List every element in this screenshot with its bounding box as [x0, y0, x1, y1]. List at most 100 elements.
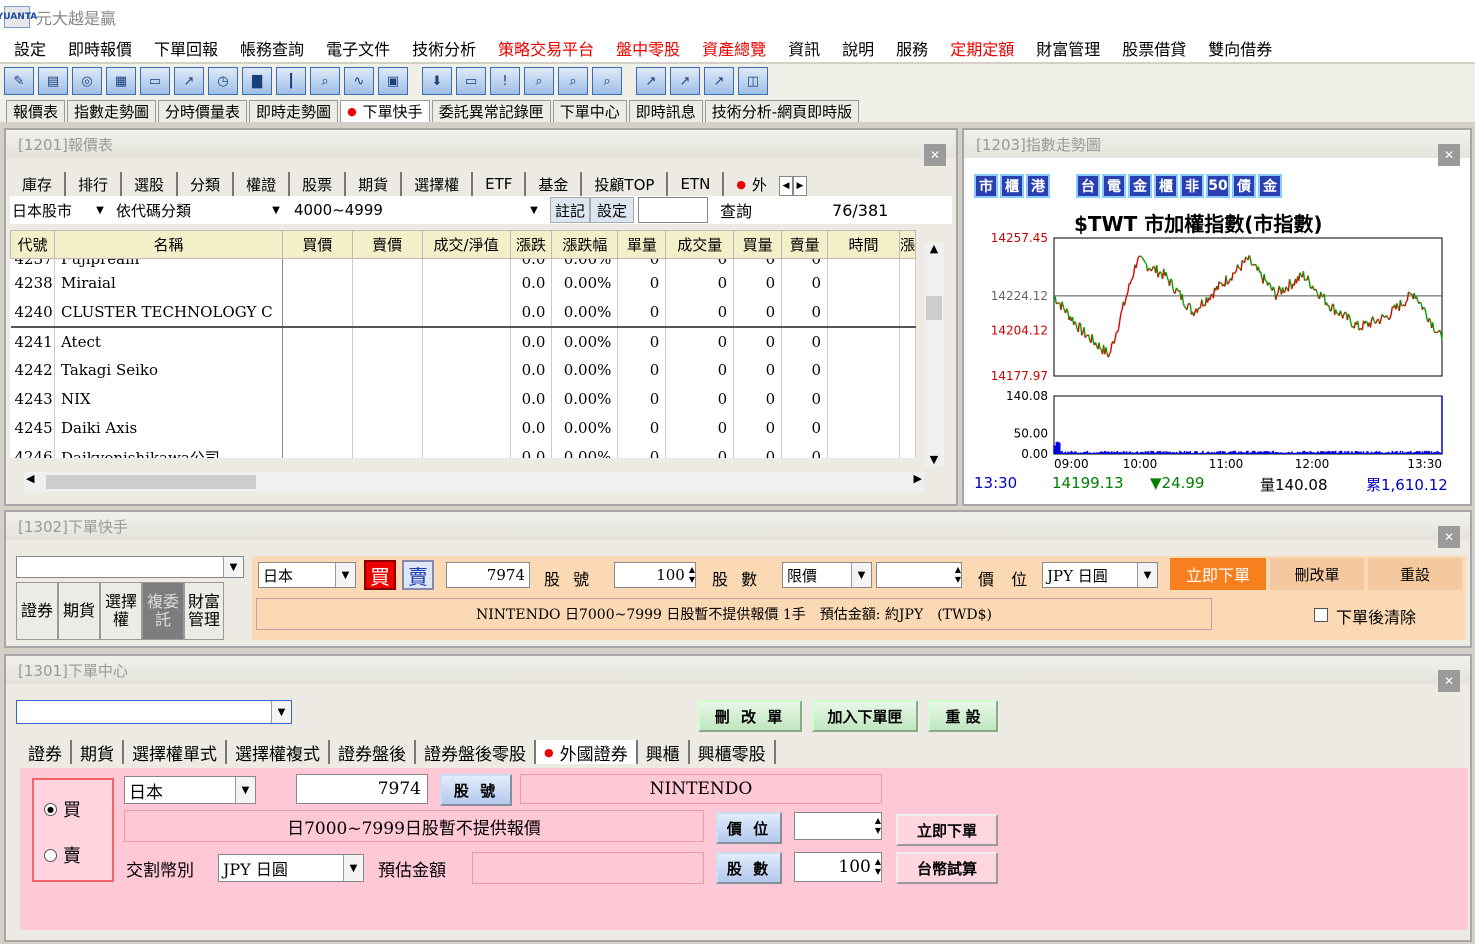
oc-stock-button[interactable]: 股 號 [440, 774, 512, 806]
oc-currency-select[interactable]: JPY 日圓 ▼ [218, 854, 364, 882]
table-row[interactable]: 4241 Atect 0.0 0.00% 0 0 0 0 [10, 325, 916, 356]
fast-qty-input[interactable]: 100 ▲ ▼ [614, 562, 696, 588]
range-select[interactable]: 4000~4999 ▼ [286, 198, 544, 222]
tab-7[interactable]: 即時訊息 [628, 100, 703, 122]
oc-modify-button[interactable]: 刪 改 單 [698, 700, 802, 732]
menu-item-15[interactable]: 雙向借券 [1208, 36, 1272, 60]
query-input[interactable] [638, 197, 708, 223]
clock-icon[interactable]: ◷ [208, 67, 238, 95]
fast-side-tab-3[interactable]: 複委託 [142, 582, 184, 640]
oc-qty-input[interactable]: 100 ▲ ▼ [794, 852, 882, 882]
quote-tab-8[interactable]: ETF [473, 172, 527, 196]
quote-tab-10[interactable]: 投顧TOP [582, 172, 669, 196]
stepper-icon[interactable]: ▲ ▼ [875, 857, 881, 877]
quote-tab-11[interactable]: ETN [668, 172, 725, 196]
quote-table-icon[interactable]: ▦ [106, 67, 136, 95]
menu-item-13[interactable]: 財富管理 [1036, 36, 1100, 60]
oc-account-select[interactable]: ▼ [16, 700, 292, 724]
oc-tab-6[interactable]: ● 外國證券 [536, 740, 638, 765]
set-button[interactable]: 設定 [590, 197, 634, 223]
oc-tab-1[interactable]: 期貨 [72, 740, 124, 765]
oc-price-button[interactable]: 價 位 [716, 812, 782, 844]
alert-icon[interactable]: ! [490, 67, 520, 95]
menu-item-3[interactable]: 帳務查詢 [240, 36, 304, 60]
scroll-right-icon[interactable]: ▶ [914, 472, 922, 485]
h-scroll-thumb[interactable] [46, 475, 256, 489]
vertical-scrollbar[interactable]: ▲ ▼ [924, 242, 944, 466]
scroll-up-icon[interactable]: ▲ [924, 242, 944, 255]
tab-scroll-right-icon[interactable]: ▶ [792, 176, 807, 196]
quote-tab-2[interactable]: 選股 [122, 172, 179, 196]
note-button[interactable]: 註記 [550, 197, 590, 223]
order-icon[interactable]: ✎ [4, 67, 34, 95]
col-header[interactable]: 漲跌 [509, 230, 553, 259]
folder-icon[interactable]: ▭ [456, 67, 486, 95]
index-btn-a-1[interactable]: 櫃 [1000, 174, 1024, 198]
fast-modify-button[interactable]: 刪改單 [1270, 558, 1364, 590]
download-icon[interactable]: ⬇ [422, 67, 452, 95]
stepper-icon[interactable]: ▲ ▼ [955, 565, 961, 585]
scroll-down-icon[interactable]: ▼ [924, 453, 944, 466]
col-header[interactable]: 賣量 [781, 230, 829, 259]
col-header[interactable]: 成交/淨值 [421, 230, 511, 259]
fast-side-tab-1[interactable]: 期貨 [58, 582, 100, 640]
quote-tab-12[interactable]: ● 外 [724, 172, 779, 196]
col-header[interactable]: 時間 [827, 230, 900, 259]
scroll-thumb[interactable] [926, 296, 942, 320]
account-select[interactable]: ▼ [16, 556, 244, 578]
menu-item-5[interactable]: 技術分析 [412, 36, 476, 60]
col-header[interactable]: 漲 [898, 230, 916, 259]
trend-icon[interactable]: ↗ [174, 67, 204, 95]
search-doc-icon[interactable]: ⌕ [524, 67, 554, 95]
tab-4[interactable]: ● 下單快手 [340, 100, 430, 122]
fast-market-select[interactable]: 日本 ▼ [258, 562, 356, 588]
search-table-icon[interactable]: ⌕ [592, 67, 622, 95]
menu-item-7[interactable]: 盤中零股 [616, 36, 680, 60]
index-btn-b-3[interactable]: 櫃 [1154, 174, 1178, 198]
tab-2[interactable]: 分時價量表 [158, 100, 248, 122]
col-header[interactable]: 買價 [281, 230, 353, 259]
oc-stock-input[interactable]: 7974 [296, 774, 428, 804]
index-btn-b-1[interactable]: 電 [1102, 174, 1126, 198]
menu-item-2[interactable]: 下單回報 [154, 36, 218, 60]
menu-item-10[interactable]: 說明 [842, 36, 874, 60]
menu-item-1[interactable]: 即時報價 [68, 36, 132, 60]
index-btn-b-5[interactable]: 50 [1206, 174, 1230, 198]
oc-tab-0[interactable]: 證券 [20, 740, 72, 765]
close-icon[interactable]: ✕ [1438, 144, 1460, 166]
col-header[interactable]: 名稱 [53, 230, 283, 259]
tech2-icon[interactable]: ↗ [670, 67, 700, 95]
sell-radio[interactable]: 賣 [44, 842, 81, 868]
col-header[interactable]: 賣價 [351, 230, 423, 259]
menu-item-4[interactable]: 電子文件 [326, 36, 390, 60]
table-row[interactable]: 4246 Daikyonishikawa公司 0.0 0.00% 0 0 0 0 [10, 442, 916, 458]
oc-submit-button[interactable]: 立即下單 [896, 814, 998, 846]
tech3-icon[interactable]: ↗ [704, 67, 734, 95]
stepper-icon[interactable]: ▲ ▼ [689, 565, 695, 585]
tab-8[interactable]: 技術分析-網頁即時版 [704, 100, 860, 122]
classify-select[interactable]: 依代碼分類 ▼ [110, 198, 286, 222]
fast-side-tab-2[interactable]: 選擇權 [100, 582, 142, 640]
index-btn-b-7[interactable]: 金 [1258, 174, 1282, 198]
index-btn-a-2[interactable]: 港 [1026, 174, 1050, 198]
fast-currency-select[interactable]: JPY 日圓 ▼ [1042, 562, 1158, 588]
col-header[interactable]: 漲跌幅 [551, 230, 619, 259]
index-btn-b-6[interactable]: 債 [1232, 174, 1256, 198]
scroll-left-icon[interactable]: ◀ [26, 472, 34, 485]
tab-6[interactable]: 下單中心 [552, 100, 627, 122]
oc-reset-button[interactable]: 重 設 [928, 700, 998, 732]
table-row[interactable]: 4238 Miraial 0.0 0.00% 0 0 0 0 [10, 268, 916, 298]
tab-3[interactable]: 即時走勢圖 [249, 100, 339, 122]
menu-item-12[interactable]: 定期定額 [950, 36, 1014, 60]
menu-item-14[interactable]: 股票借貸 [1122, 36, 1186, 60]
market-select[interactable]: 日本股市 ▼ [10, 198, 110, 222]
fast-side-tab-0[interactable]: 證券 [16, 582, 58, 640]
close-icon[interactable]: ✕ [1438, 670, 1460, 692]
candle-icon[interactable]: ┃ [276, 67, 306, 95]
index-btn-a-0[interactable]: 市 [974, 174, 998, 198]
tab-1[interactable]: 指數走勢圖 [67, 100, 157, 122]
fast-reset-button[interactable]: 重設 [1368, 558, 1462, 590]
table-row[interactable]: 4245 Daiki Axis 0.0 0.00% 0 0 0 0 [10, 413, 916, 443]
col-header[interactable]: 單量 [617, 230, 667, 259]
tab-scroll-left-icon[interactable]: ◀ [778, 176, 793, 196]
